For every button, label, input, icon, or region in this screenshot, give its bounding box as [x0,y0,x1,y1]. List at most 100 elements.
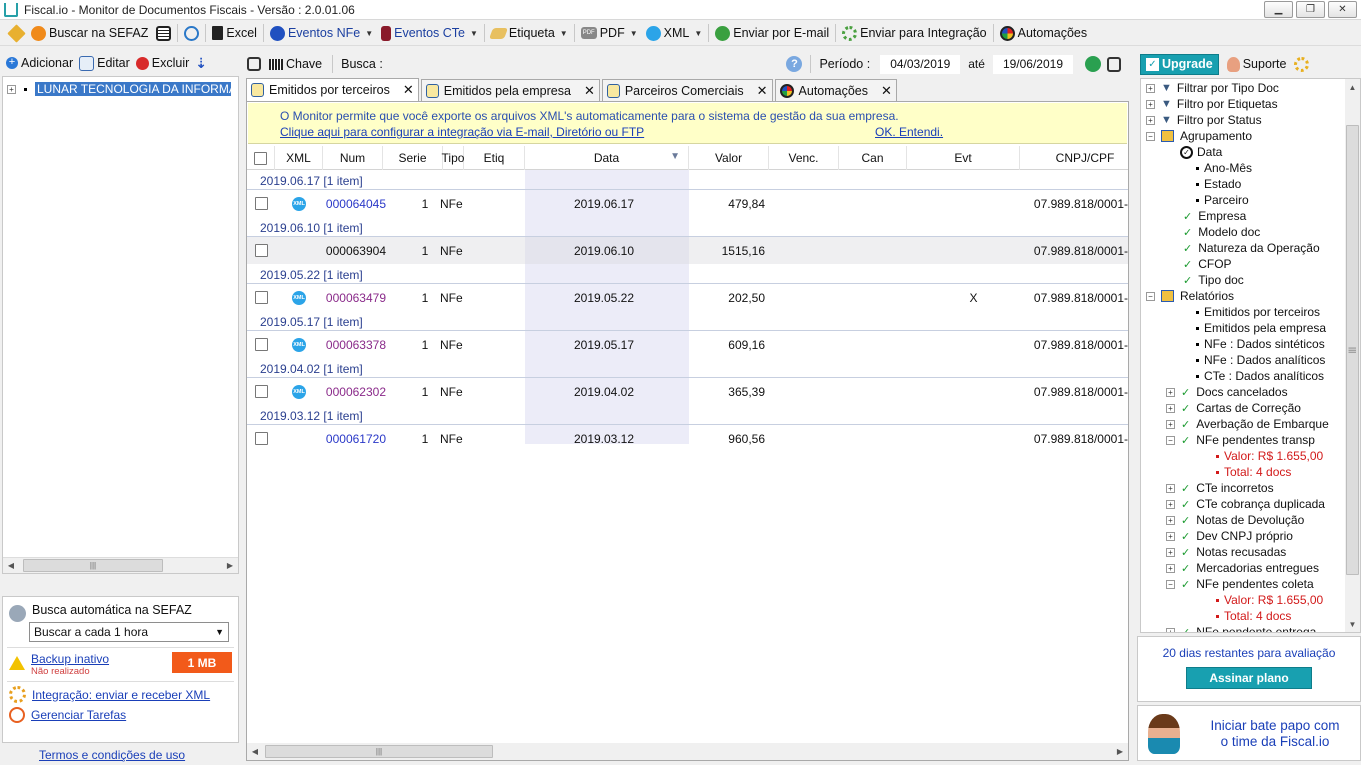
col-serie[interactable]: Serie [383,146,443,170]
gerenciar-tarefas-link[interactable]: Gerenciar Tarefas [31,708,126,722]
filter-tree-item[interactable]: + ✓ NFe pendente entrega [1146,624,1316,632]
group-header-row[interactable]: 2019.06.10 [1 item] [247,217,1128,237]
filter-tree-item[interactable]: + ▼ Filtro por Status [1146,112,1262,128]
table-row[interactable]: 000063904 1 NFe 2019.06.10 1515,16 07.989.818… [247,237,1128,264]
expand-icon[interactable]: + [1146,99,1155,109]
company-item[interactable]: LUNAR TECNOLOGIA DA INFORMA [35,82,231,96]
table-row[interactable]: XML 000063479 1 NFe 2019.05.22 202,50 X 07.989.… [247,284,1128,311]
row-checkbox[interactable] [255,432,268,445]
row-checkbox[interactable] [255,291,268,304]
filter-tree-item[interactable]: Total: 4 docs [1146,464,1291,480]
filter-tree-item[interactable]: + ▼ Filtro por Etiquetas [1146,96,1278,112]
close-tab-icon[interactable]: ✕ [881,83,892,99]
filter-tree-item[interactable]: + ✓ Dev CNPJ próprio [1146,528,1293,544]
assinar-plano-button[interactable]: Assinar plano [1186,667,1312,689]
filter-tree-item[interactable]: CTe : Dados analíticos [1146,368,1324,384]
expand-icon[interactable]: + [1166,627,1175,632]
backup-size-badge[interactable]: 1 MB [172,652,232,673]
tab-emitidos-empresa[interactable]: Emitidos pela empresa ✕ [420,79,600,101]
close-tab-icon[interactable]: ✕ [757,83,768,99]
close-tab-icon[interactable]: ✕ [403,82,414,98]
filter-tree-item[interactable]: ✓ Empresa [1146,208,1246,224]
date-to-input[interactable]: 19/06/2019 [992,54,1073,74]
filter-tree-item[interactable]: NFe : Dados analíticos [1146,352,1325,368]
xml-file-icon[interactable]: XML [292,196,306,211]
filter-tree-item[interactable]: − Agrupamento [1146,128,1252,144]
filter-tree-item[interactable]: + ✓ Notas recusadas [1146,544,1286,560]
adicionar-button[interactable]: + Adicionar [6,52,73,74]
col-xml[interactable]: XML [275,146,323,170]
group-header-row[interactable]: 2019.03.12 [1 item] [247,405,1128,425]
filter-tree-item[interactable]: NFe : Dados sintéticos [1146,336,1325,352]
filter-tree-scrollbar[interactable]: ▲ ||| ▼ [1345,79,1360,632]
excel-button[interactable]: Excel [208,22,261,44]
filter-tree-item[interactable]: + ✓ Mercadorias entregues [1146,560,1319,576]
upgrade-button[interactable]: ✓ Upgrade [1140,53,1219,75]
excluir-button[interactable]: Excluir [135,52,189,74]
filter-tree-item[interactable]: + ✓ Docs cancelados [1146,384,1288,400]
close-tab-icon[interactable]: ✕ [584,83,595,99]
row-checkbox[interactable] [255,385,268,398]
close-window-button[interactable]: ✕ [1328,1,1357,18]
filter-tree-item[interactable]: − ✓ NFe pendentes coleta [1146,576,1314,592]
filter-tree-item[interactable]: + ✓ Cartas de Correção [1146,400,1301,416]
filter-tree-item[interactable]: Estado [1146,176,1241,192]
filter-tree-item[interactable]: Valor: R$ 1.655,00 [1146,448,1323,464]
editar-button[interactable]: Editar [79,52,130,74]
xml-file-icon[interactable]: XML [292,384,306,399]
filter-tree-item[interactable]: + ✓ CTe cobrança duplicada [1146,496,1325,512]
filter-tree-item[interactable]: ✓ Natureza da Operação [1146,240,1320,256]
banner-ok-link[interactable]: OK. Entendi. [875,125,943,139]
filter-tree-item[interactable]: ✓ Modelo doc [1146,224,1260,240]
col-can[interactable]: Can [839,146,907,170]
grid-horizontal-scrollbar[interactable]: ◀ ||| ▶ [247,743,1128,760]
filter-tree-item[interactable]: + ✓ Averbação de Embarque [1146,416,1329,432]
filter-tree-item[interactable]: Emitidos pela empresa [1146,320,1326,336]
check-button[interactable] [180,22,203,44]
filter-tree-item[interactable]: ✓ CFOP [1146,256,1232,272]
row-checkbox[interactable] [255,338,268,351]
refresh-icon[interactable] [1085,56,1101,72]
chave-button[interactable]: Chave [267,53,324,75]
table-row[interactable]: 000061720 1 NFe 2019.03.12 960,56 07.989.818/… [247,425,1128,452]
collapse-icon[interactable]: − [1166,579,1175,589]
sort-button[interactable]: ⇣ [195,52,210,74]
table-row[interactable]: XML 000063378 1 NFe 2019.05.17 609,16 07.989.8… [247,331,1128,358]
filter-list-icon[interactable] [247,57,261,71]
col-evt[interactable]: Evt [907,146,1020,170]
expand-icon[interactable]: + [1166,547,1175,557]
help-icon[interactable]: ? [786,56,803,72]
enviar-email-button[interactable]: Enviar por E-mail [711,22,833,44]
pdf-menu[interactable]: PDF PDF ▼ [577,22,642,44]
scroll-thumb[interactable]: ||| [265,745,493,758]
col-num[interactable]: Num [323,146,383,170]
tab-automacoes[interactable]: Automações ✕ [774,79,897,101]
col-data[interactable]: Data ▼ [525,146,689,170]
eventos-cte-menu[interactable]: Eventos CTe ▼ [377,22,482,44]
xml-menu[interactable]: XML ▼ [642,22,707,44]
collapse-icon[interactable]: − [1166,435,1175,445]
busca-auto-select[interactable]: Buscar a cada 1 hora ▼ [29,622,229,642]
scroll-left-icon[interactable]: ◀ [3,558,19,574]
scroll-left-icon[interactable]: ◀ [247,744,263,760]
expand-company-icon[interactable]: + [7,84,16,94]
scroll-right-icon[interactable]: ▶ [1112,744,1128,760]
expand-icon[interactable]: + [1166,483,1175,493]
group-header-row[interactable]: 2019.05.22 [1 item] [247,264,1128,284]
chat-panel[interactable]: Iniciar bate papo com o time da Fiscal.i… [1137,705,1361,761]
date-from-input[interactable]: 04/03/2019 [880,54,961,74]
eventos-nfe-menu[interactable]: Eventos NFe ▼ [266,22,377,44]
expand-icon[interactable]: + [1166,515,1175,525]
terms-link[interactable]: Termos e condições de uso [39,748,185,762]
integracao-link[interactable]: Integração: enviar e receber XML [32,688,210,702]
banner-config-link[interactable]: Clique aqui para configurar a integração… [280,125,644,139]
expand-icon[interactable]: + [1166,403,1175,413]
col-venc[interactable]: Venc. [769,146,839,170]
scroll-down-icon[interactable]: ▼ [1345,616,1360,632]
col-cnpj[interactable]: CNPJ/CPF [1020,146,1128,170]
filter-tree-item[interactable]: − ✓ NFe pendentes transp [1146,432,1315,448]
expand-icon[interactable]: + [1166,563,1175,573]
etiqueta-menu[interactable]: Etiqueta ▼ [487,22,572,44]
company-tree-scrollbar[interactable]: ◀ ||| ▶ [3,557,238,573]
list-button[interactable] [152,22,175,44]
